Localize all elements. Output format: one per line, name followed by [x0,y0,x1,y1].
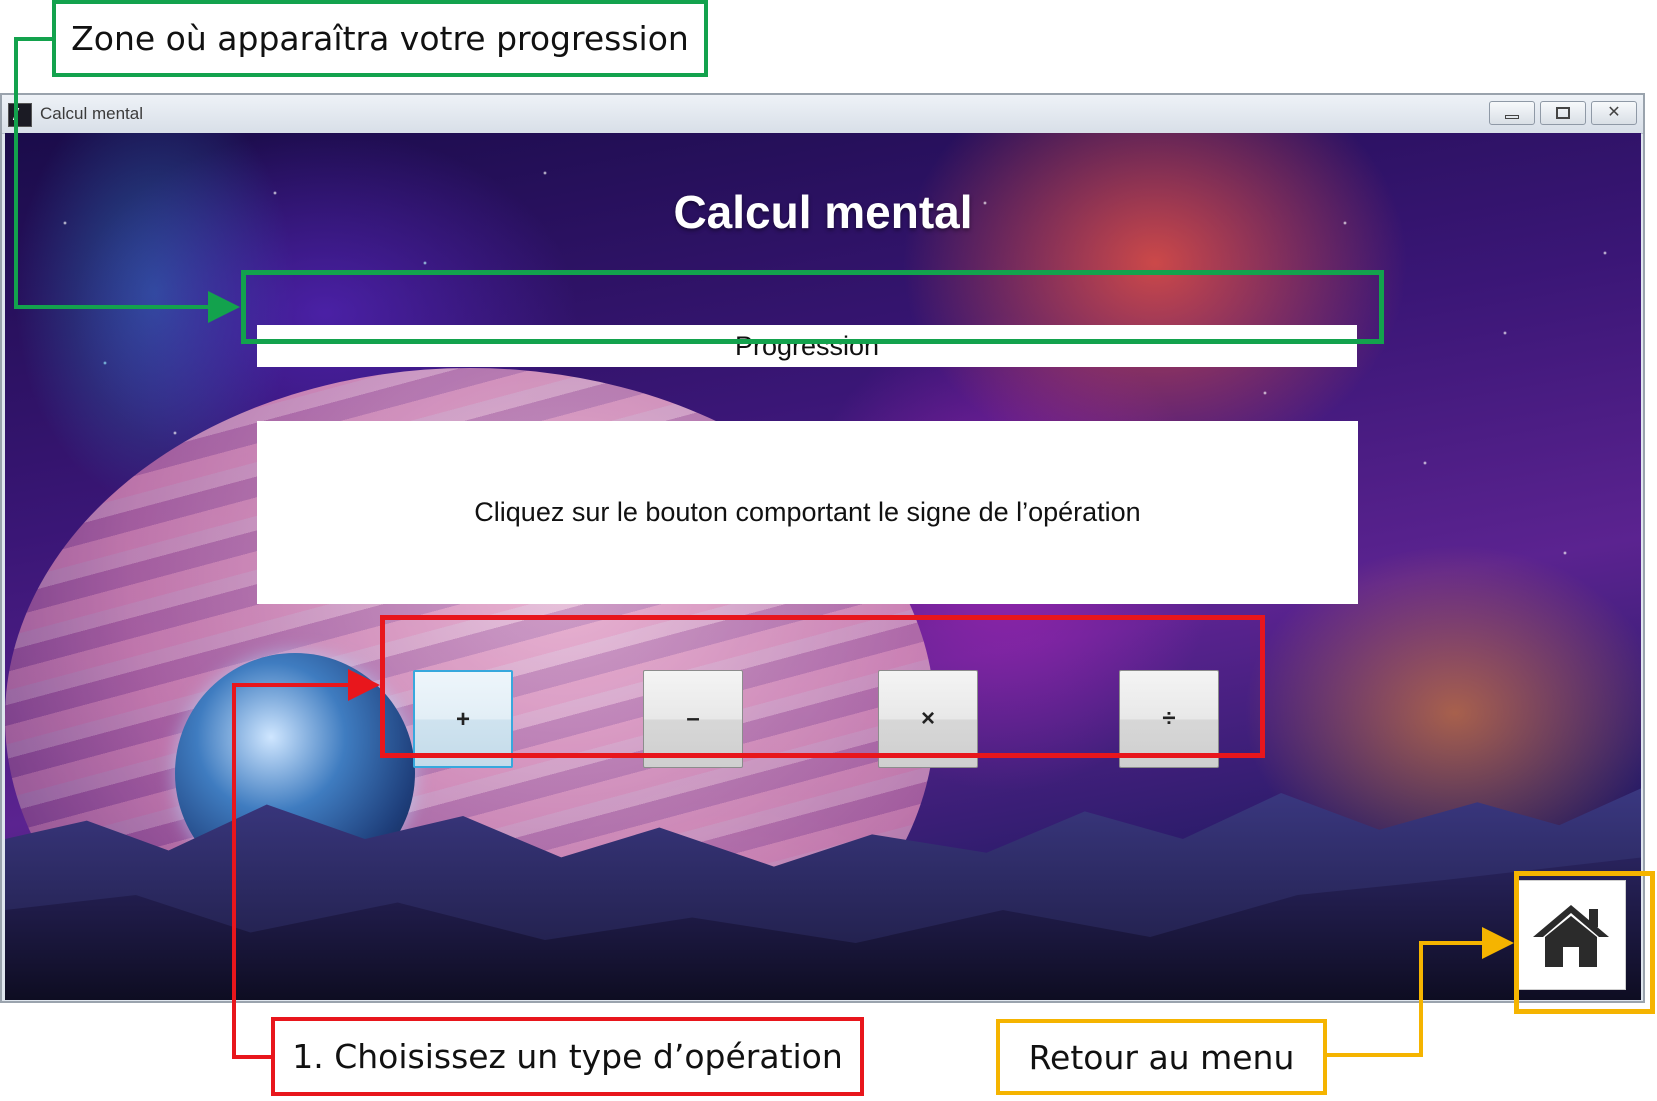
progress-connector [14,37,240,323]
home-callout: Retour au menu [996,1019,1327,1095]
progress-callout: Zone où apparaîtra votre progression [52,0,708,77]
annotation-connectors [14,37,1514,1059]
operations-connector [232,669,380,1059]
home-connector [1327,927,1514,1057]
operations-callout: 1. Choisissez un type d’opération [271,1017,864,1096]
